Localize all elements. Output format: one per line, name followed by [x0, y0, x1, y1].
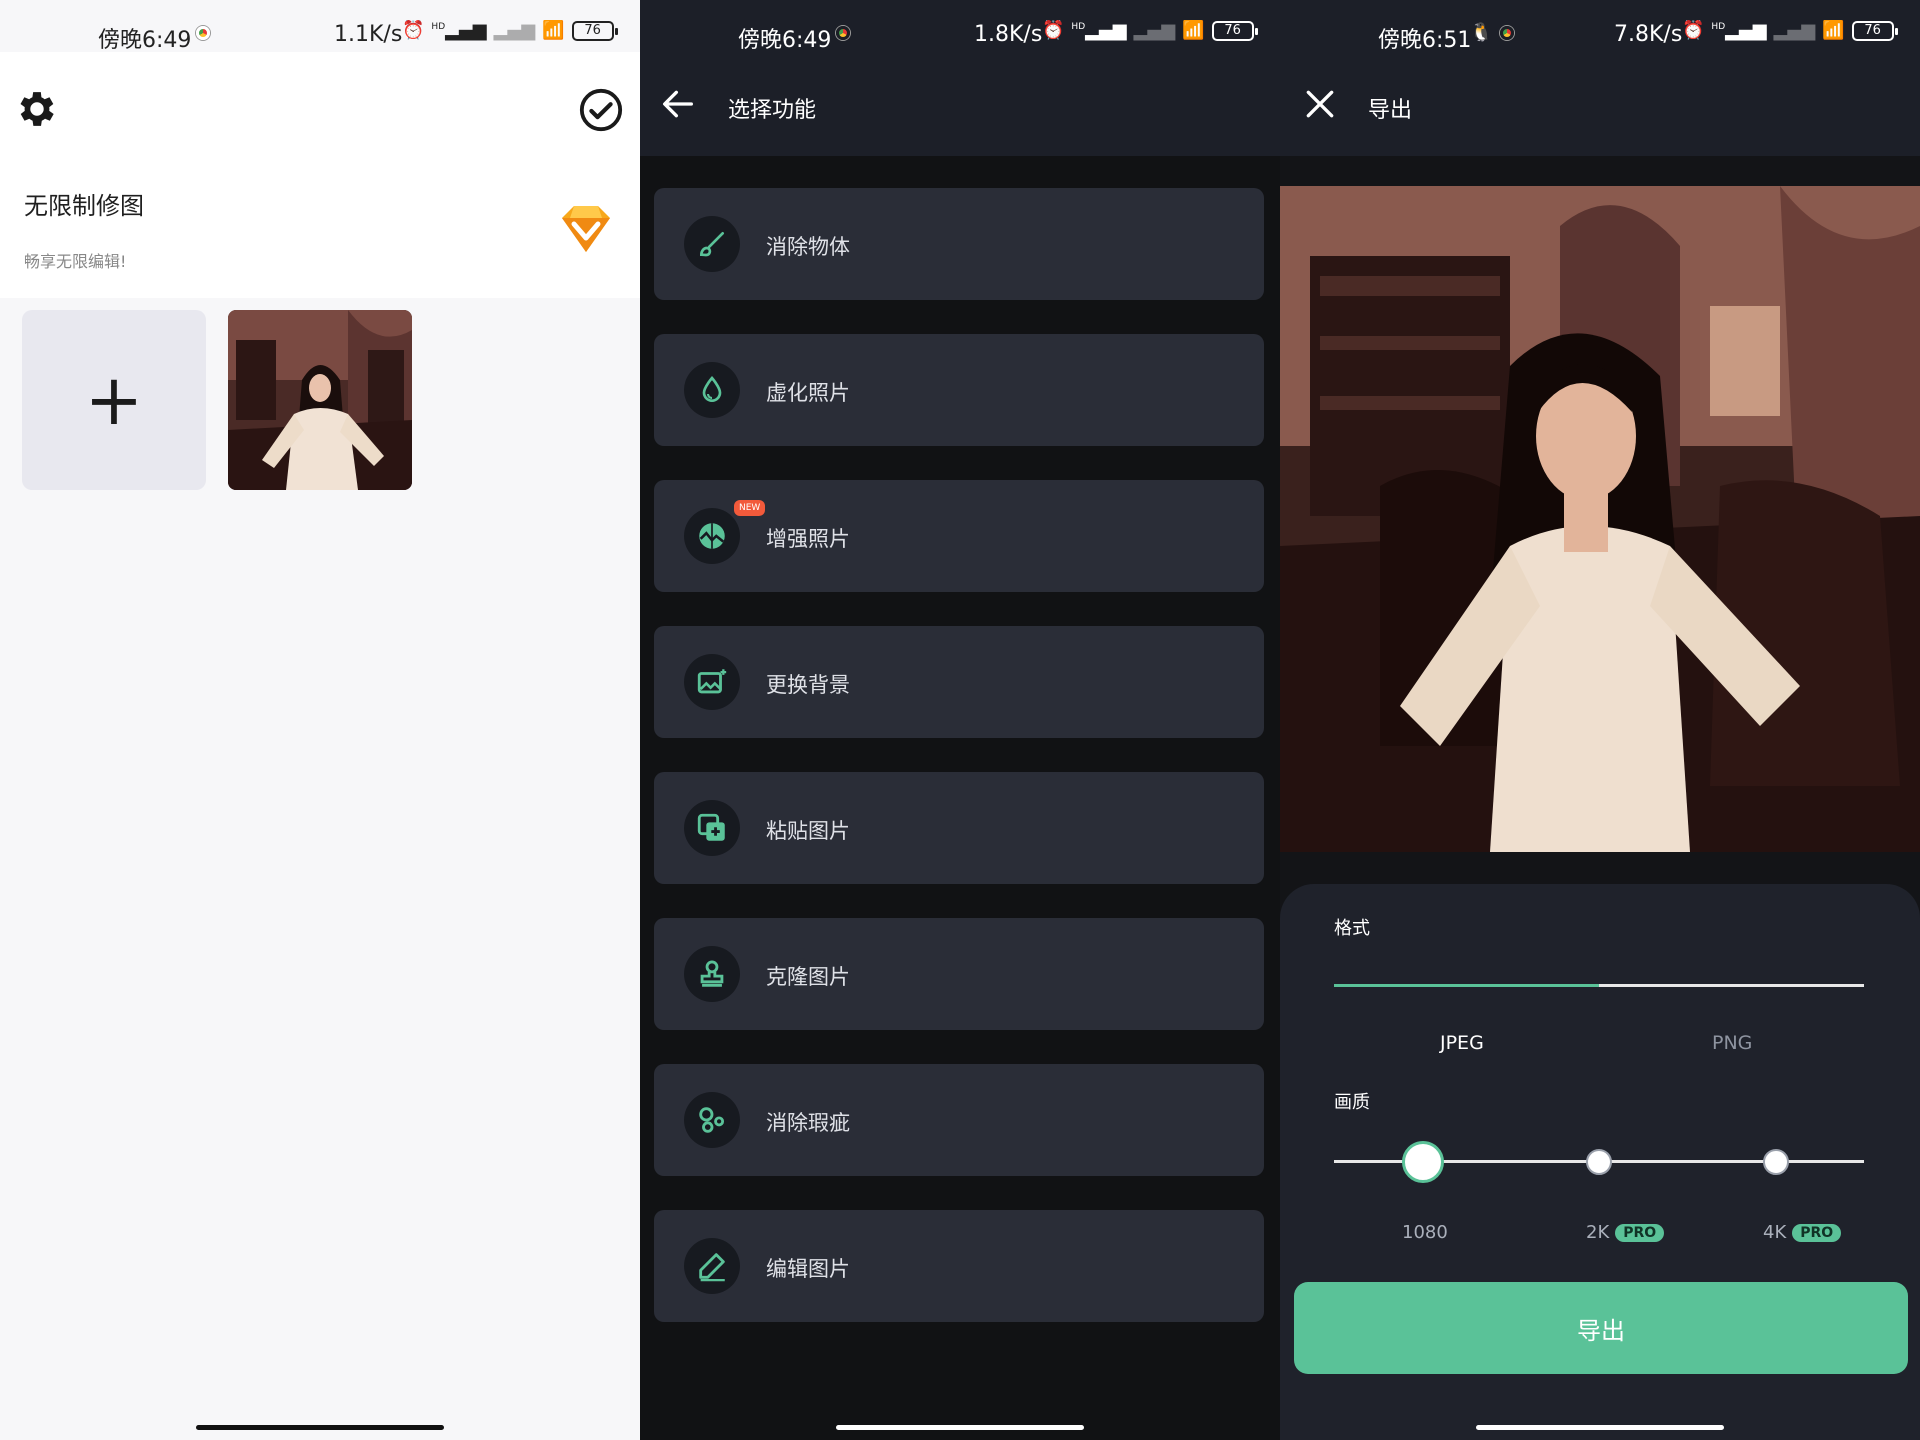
quality-option-2k[interactable]: 2K PRO [1586, 1222, 1665, 1243]
signal-2-icon: ▂▄▆ [1773, 20, 1816, 41]
gear-icon[interactable] [14, 86, 60, 132]
status-bar: 傍晚6:49 1.8K/s ⏰ HD▂▄▆ ▂▄▆ 📶 76 [640, 0, 1280, 72]
home-indicator[interactable] [836, 1425, 1084, 1430]
tool-enhance-photo[interactable]: NEW 增强照片 [654, 480, 1264, 592]
battery-icon: 76 [1211, 20, 1258, 41]
tool-change-background[interactable]: 更换背景 [654, 626, 1264, 738]
tool-edit-image[interactable]: 编辑图片 [654, 1210, 1264, 1322]
quality-option-1080[interactable]: 1080 [1402, 1222, 1448, 1243]
promo-title: 无限制修图 [24, 192, 144, 220]
format-label: 格式 [1334, 918, 1370, 939]
export-screen: 傍晚6:51 🐧 7.8K/s ⏰ HD▂▄▆ ▂▄▆ 📶 76 导出 格式 J… [1280, 0, 1920, 1440]
tool-label: 虚化照片 [766, 381, 850, 405]
droplet-icon [684, 362, 740, 418]
tool-label: 粘贴图片 [766, 819, 850, 843]
status-speed: 1.8K/s [974, 22, 1043, 47]
add-photo-button[interactable]: + [22, 310, 206, 490]
battery-icon: 76 [1851, 20, 1898, 41]
home-indicator[interactable] [196, 1425, 444, 1430]
tool-label: 消除瑕疵 [766, 1111, 850, 1135]
export-button[interactable]: 导出 [1294, 1282, 1908, 1374]
status-time: 傍晚6:51 [1378, 28, 1472, 53]
browser-icon [196, 26, 210, 40]
status-speed: 1.1K/s [334, 22, 403, 47]
tool-remove-blemish[interactable]: 消除瑕疵 [654, 1064, 1264, 1176]
signal-icon: HD▂▄▆ [1711, 20, 1767, 41]
enhance-icon [684, 508, 740, 564]
select-function-screen: 傍晚6:49 1.8K/s ⏰ HD▂▄▆ ▂▄▆ 📶 76 选择功能 消除物体… [640, 0, 1280, 1440]
qq-icon: 🐧 [1470, 22, 1493, 43]
quality-knob-4k[interactable] [1763, 1149, 1789, 1175]
page-title: 导出 [1368, 98, 1413, 123]
wifi-icon: 📶 [542, 20, 565, 41]
tool-blur-photo[interactable]: 虚化照片 [654, 334, 1264, 446]
alarm-icon: ⏰ [1042, 20, 1065, 41]
diamond-icon[interactable] [556, 204, 616, 256]
photo-thumbnail-image [228, 310, 412, 490]
pro-badge: PRO [1792, 1223, 1842, 1242]
status-icons: ⏰ HD▂▄▆ ▂▄▆ 📶 76 [402, 20, 618, 41]
tool-label: 增强照片 [766, 527, 850, 551]
quality-option-label: 4K [1763, 1222, 1787, 1243]
blemish-icon [684, 1092, 740, 1148]
promo-subtitle: 畅享无限编辑! [24, 252, 127, 271]
signal-icon: HD▂▄▆ [1071, 20, 1127, 41]
status-speed: 7.8K/s [1614, 22, 1683, 47]
quality-option-label: 2K [1586, 1222, 1610, 1243]
check-circle-icon[interactable] [578, 87, 624, 133]
quality-option-label: 1080 [1402, 1222, 1448, 1243]
alarm-icon: ⏰ [402, 20, 425, 41]
quality-knob-2k[interactable] [1586, 1149, 1612, 1175]
status-icons: ⏰ HD▂▄▆ ▂▄▆ 📶 76 [1042, 20, 1258, 41]
alarm-icon: ⏰ [1682, 20, 1705, 41]
wifi-icon: 📶 [1182, 20, 1205, 41]
paste-image-icon [684, 800, 740, 856]
tool-label: 编辑图片 [766, 1257, 850, 1281]
export-options-sheet: 格式 JPEG PNG 画质 1080 2K PRO 4K PRO 导出 [1280, 884, 1920, 1440]
signal-2-icon: ▂▄▆ [1133, 20, 1176, 41]
photo-thumbnail[interactable] [228, 310, 412, 490]
page-title: 选择功能 [728, 98, 817, 123]
photo-preview [1280, 186, 1920, 852]
quality-label: 画质 [1334, 1092, 1370, 1113]
image-sparkle-icon [684, 654, 740, 710]
tool-clone-image[interactable]: 克隆图片 [654, 918, 1264, 1030]
browser-icon [836, 26, 850, 40]
battery-icon: 76 [571, 20, 618, 41]
status-time: 傍晚6:49 [738, 28, 832, 53]
format-tab-indicator [1334, 984, 1864, 987]
pen-edit-icon [684, 1238, 740, 1294]
signal-icon: HD▂▄▆ [431, 20, 487, 41]
signal-2-icon: ▂▄▆ [493, 20, 536, 41]
quality-option-4k[interactable]: 4K PRO [1763, 1222, 1842, 1243]
status-icons: ⏰ HD▂▄▆ ▂▄▆ 📶 76 [1682, 20, 1898, 41]
plus-icon: + [84, 359, 144, 441]
stamp-icon [684, 946, 740, 1002]
tool-paste-image[interactable]: 粘贴图片 [654, 772, 1264, 884]
tool-remove-object[interactable]: 消除物体 [654, 188, 1264, 300]
wifi-icon: 📶 [1822, 20, 1845, 41]
format-option-jpeg[interactable]: JPEG [1440, 1032, 1484, 1054]
status-time: 傍晚6:49 [98, 28, 192, 53]
quality-knob-1080[interactable] [1402, 1141, 1444, 1183]
brush-icon [684, 216, 740, 272]
arrow-left-icon[interactable] [658, 84, 698, 124]
home-screen: 傍晚6:49 1.1K/s ⏰ HD▂▄▆ ▂▄▆ 📶 76 无限制修图 畅享无… [0, 0, 640, 1440]
photo-preview-image [1280, 186, 1920, 852]
tool-label: 更换背景 [766, 673, 850, 697]
new-badge: NEW [734, 500, 766, 516]
tool-label: 克隆图片 [766, 965, 850, 989]
pro-badge: PRO [1615, 1223, 1665, 1242]
format-option-png[interactable]: PNG [1712, 1032, 1752, 1054]
tool-label: 消除物体 [766, 235, 850, 259]
home-indicator[interactable] [1476, 1425, 1724, 1430]
close-icon[interactable] [1300, 84, 1340, 124]
browser-icon [1500, 26, 1514, 40]
status-bar: 傍晚6:51 🐧 7.8K/s ⏰ HD▂▄▆ ▂▄▆ 📶 76 [1280, 0, 1920, 72]
